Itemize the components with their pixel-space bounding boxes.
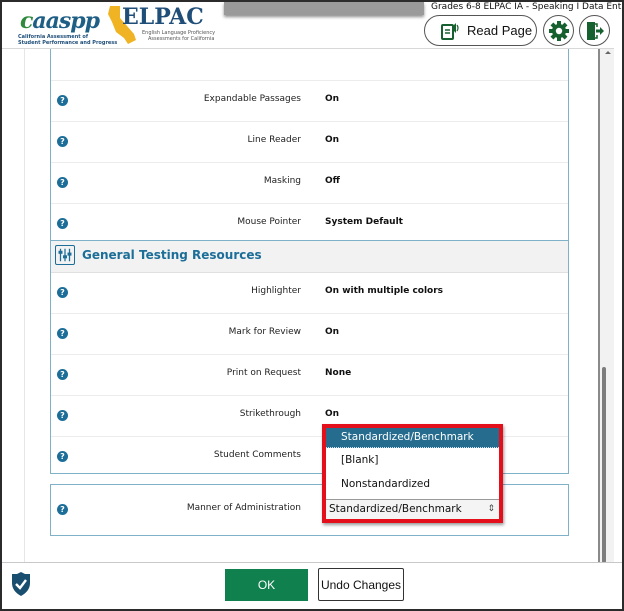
scrollbar-thumb[interactable] [602, 367, 606, 562]
setting-value: On [325, 409, 340, 419]
setting-label: Student Comments [213, 450, 301, 460]
caaspp-logo-mark: caaspp [20, 8, 100, 34]
help-icon[interactable]: ? [57, 136, 68, 147]
select-option-nonstandardized[interactable]: Nonstandardized [326, 472, 499, 496]
panel-header: General Testing Resources [51, 241, 568, 273]
setting-label: Line Reader [247, 135, 301, 145]
select-current-value[interactable]: Standardized/Benchmark ⇕ [326, 499, 499, 519]
help-icon[interactable]: ? [57, 369, 68, 380]
panel-title: General Testing Resources [82, 248, 262, 262]
setting-value: None [325, 368, 352, 378]
undo-changes-button[interactable]: Undo Changes [318, 568, 404, 601]
setting-value: On [325, 94, 340, 104]
select-current-text: Standardized/Benchmark [329, 503, 462, 515]
setting-value: On with multiple colors [325, 286, 444, 296]
settings-button[interactable] [543, 15, 574, 46]
header-tab-bar [224, 2, 424, 15]
ok-button[interactable]: OK [225, 569, 308, 601]
setting-label: Mouse Pointer [237, 217, 301, 227]
help-icon[interactable]: ? [57, 287, 68, 298]
settings-scroll-area: ? Expandable Passages On ? Line Reader O… [2, 48, 614, 562]
select-option-standardized[interactable]: Standardized/Benchmark [326, 428, 499, 448]
help-icon[interactable]: ? [57, 177, 68, 188]
read-aloud-icon [441, 22, 459, 40]
setting-label: Highlighter [251, 286, 301, 296]
scroll-up-arrow-icon[interactable] [605, 51, 611, 54]
vertical-scrollbar[interactable] [598, 49, 614, 562]
elpac-logo: ELPAC English Language Proficiency Asses… [102, 4, 222, 44]
help-icon[interactable]: ? [57, 410, 68, 421]
gear-icon [548, 20, 569, 41]
setting-row: ? Masking Off [51, 163, 568, 204]
app-window: caaspp California Assessment of Student … [0, 0, 624, 611]
setting-label: Expandable Passages [203, 94, 301, 104]
setting-label: Print on Request [226, 368, 301, 378]
help-icon[interactable]: ? [57, 451, 68, 462]
setting-label: Strikethrough [239, 409, 301, 419]
setting-row: ? Line Reader On [51, 122, 568, 163]
secure-shield-icon [12, 572, 30, 596]
setting-row: ? Expandable Passages On [51, 81, 568, 122]
read-page-label: Read Page [467, 23, 533, 38]
select-arrows-icon: ⇕ [487, 504, 495, 514]
setting-row: ? Mark for Review On [51, 314, 568, 355]
select-option-blank[interactable]: [Blank] [326, 448, 499, 472]
manner-of-administration-select[interactable]: Standardized/Benchmark [Blank] Nonstanda… [322, 424, 503, 523]
setting-label: Manner of Administration [186, 503, 301, 513]
exit-door-icon [586, 21, 604, 40]
setting-value: On [325, 135, 340, 145]
setting-value: Off [325, 176, 340, 186]
elpac-logo-subtitle: English Language Proficiency Assessments… [142, 30, 215, 42]
help-icon[interactable]: ? [57, 95, 68, 106]
caaspp-logo: caaspp California Assessment of Student … [16, 6, 117, 46]
setting-row: ? Print on Request None [51, 355, 568, 396]
exit-button[interactable] [579, 15, 610, 46]
setting-label: Mark for Review [228, 327, 301, 337]
header: caaspp California Assessment of Student … [2, 2, 622, 48]
elpac-logo-name: ELPAC [122, 4, 204, 30]
partial-row [51, 49, 568, 81]
setting-label: Masking [263, 176, 301, 186]
setting-value: On [325, 327, 340, 337]
help-icon[interactable]: ? [57, 328, 68, 339]
setting-value: System Default [325, 217, 403, 227]
sliders-icon [55, 245, 75, 265]
read-page-button[interactable]: Read Page [424, 15, 537, 46]
setting-row: ? Highlighter On with multiple colors [51, 273, 568, 314]
elpac-subtitle-line2: Assessments for California [148, 36, 215, 42]
left-gutter [2, 49, 25, 562]
accessibility-panel: ? Expandable Passages On ? Line Reader O… [50, 49, 569, 241]
setting-row: ? Mouse Pointer System Default [51, 204, 568, 245]
help-icon[interactable]: ? [57, 504, 68, 515]
test-name: Grades 6-8 ELPAC IA - Speaking I Data En… [428, 2, 622, 14]
help-icon[interactable]: ? [57, 218, 68, 229]
footer: OK Undo Changes [2, 562, 622, 609]
